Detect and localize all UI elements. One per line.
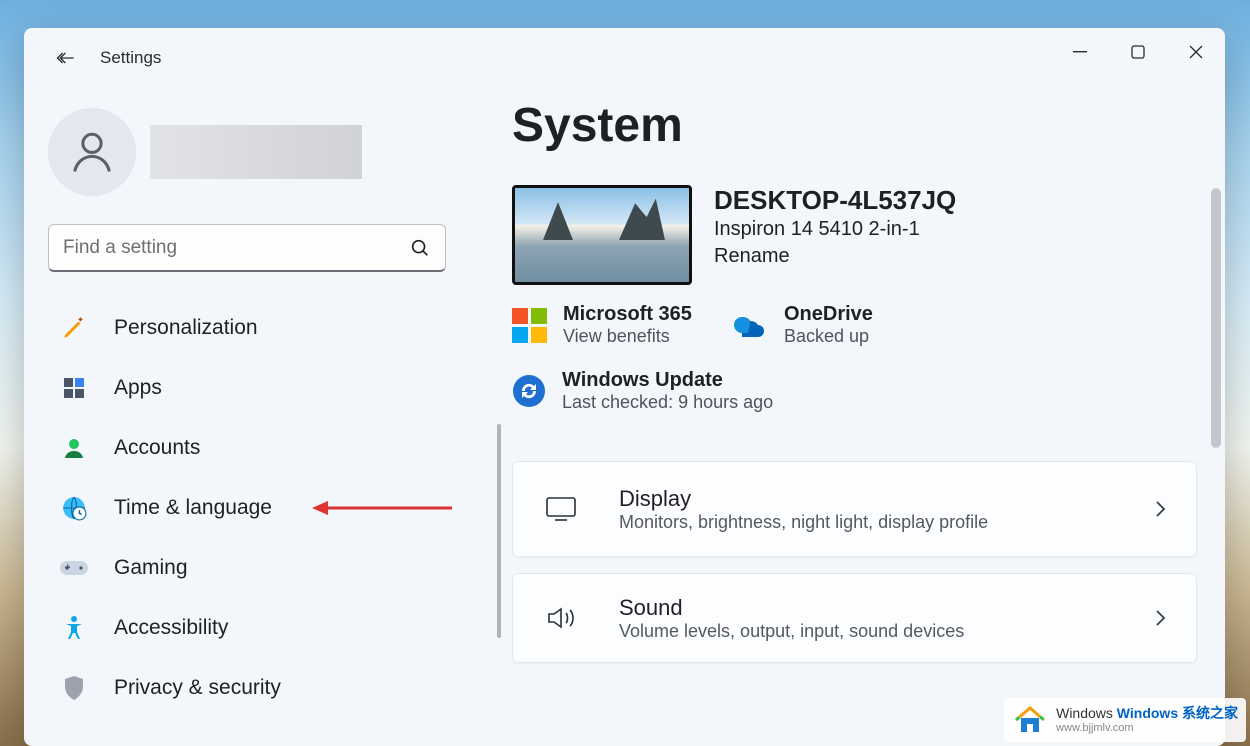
sidebar-item-label: Personalization xyxy=(114,316,258,340)
sidebar-item-label: Gaming xyxy=(114,556,188,580)
globe-clock-icon xyxy=(58,492,90,524)
paintbrush-icon xyxy=(58,312,90,344)
card-title: Sound xyxy=(619,595,1152,621)
card-sound[interactable]: Sound Volume levels, output, input, soun… xyxy=(512,573,1197,663)
close-icon xyxy=(1189,45,1203,59)
update-icon xyxy=(512,374,546,408)
sidebar-item-label: Accounts xyxy=(114,436,200,460)
watermark-url: www.bjjmlv.com xyxy=(1056,722,1238,734)
sidebar-item-gaming[interactable]: Gaming xyxy=(48,540,478,596)
status-microsoft-365[interactable]: Microsoft 365 View benefits xyxy=(512,303,732,347)
profile-block[interactable] xyxy=(48,108,498,196)
close-button[interactable] xyxy=(1167,28,1225,76)
status-title: Windows Update xyxy=(562,369,773,392)
page-title: System xyxy=(512,98,1197,153)
sidebar-item-label: Apps xyxy=(114,376,162,400)
sidebar-item-apps[interactable]: Apps xyxy=(48,360,478,416)
card-display[interactable]: Display Monitors, brightness, night ligh… xyxy=(512,461,1197,557)
minimize-icon xyxy=(1073,45,1087,59)
onedrive-icon xyxy=(732,313,768,337)
watermark: Windows Windows 系统之家 www.bjjmlv.com xyxy=(1004,698,1246,742)
card-subtitle: Monitors, brightness, night light, displ… xyxy=(619,512,1152,533)
apps-icon xyxy=(58,372,90,404)
gamepad-icon xyxy=(58,552,90,584)
sidebar-item-personalization[interactable]: Personalization xyxy=(48,300,478,356)
house-logo-icon xyxy=(1012,702,1048,738)
sidebar-item-privacy-security[interactable]: Privacy & security xyxy=(48,660,478,716)
window-controls xyxy=(1051,28,1225,76)
search-input[interactable] xyxy=(63,237,409,259)
person-icon xyxy=(66,126,118,178)
status-onedrive[interactable]: OneDrive Backed up xyxy=(732,303,972,347)
shield-icon xyxy=(58,672,90,704)
status-subtitle: Last checked: 9 hours ago xyxy=(562,392,773,413)
status-title: Microsoft 365 xyxy=(563,303,692,326)
titlebar: Settings xyxy=(24,28,1225,88)
minimize-button[interactable] xyxy=(1051,28,1109,76)
profile-name-redacted xyxy=(150,125,362,179)
vertical-scrollbar[interactable] xyxy=(1211,188,1221,448)
status-subtitle: Backed up xyxy=(784,326,873,347)
device-thumbnail[interactable] xyxy=(512,185,692,285)
status-title: OneDrive xyxy=(784,303,873,326)
settings-window: Settings xyxy=(24,28,1225,746)
status-subtitle: View benefits xyxy=(563,326,692,347)
nav-list: Personalization Apps Accounts xyxy=(48,300,498,716)
status-grid: Microsoft 365 View benefits OneDrive Bac… xyxy=(512,303,1197,413)
display-icon xyxy=(541,496,581,522)
device-name: DESKTOP-4L537JQ xyxy=(714,185,956,216)
search-icon xyxy=(409,237,431,259)
arrow-left-line-icon xyxy=(56,48,78,68)
card-subtitle: Volume levels, output, input, sound devi… xyxy=(619,621,1152,642)
sidebar-item-time-language[interactable]: Time & language xyxy=(48,480,478,536)
sound-icon xyxy=(541,605,581,631)
app-title: Settings xyxy=(100,48,161,68)
sidebar-item-accessibility[interactable]: Accessibility xyxy=(48,600,478,656)
device-model: Inspiron 14 5410 2-in-1 xyxy=(714,218,956,241)
maximize-button[interactable] xyxy=(1109,28,1167,76)
device-summary: DESKTOP-4L537JQ Inspiron 14 5410 2-in-1 … xyxy=(512,185,1197,285)
rename-link[interactable]: Rename xyxy=(714,245,956,268)
search-field[interactable] xyxy=(48,224,446,272)
sidebar-item-label: Privacy & security xyxy=(114,676,281,700)
chevron-right-icon xyxy=(1152,608,1168,628)
microsoft-logo-icon xyxy=(512,308,547,343)
card-title: Display xyxy=(619,486,1152,512)
sidebar-item-accounts[interactable]: Accounts xyxy=(48,420,478,476)
main-panel: System DESKTOP-4L537JQ Inspiron 14 5410 … xyxy=(498,88,1225,746)
status-windows-update[interactable]: Windows Update Last checked: 9 hours ago xyxy=(512,369,972,413)
maximize-icon xyxy=(1131,45,1145,59)
device-info: DESKTOP-4L537JQ Inspiron 14 5410 2-in-1 … xyxy=(714,185,956,268)
watermark-brand: Windows 系统之家 xyxy=(1117,705,1238,721)
accessibility-icon xyxy=(58,612,90,644)
chevron-right-icon xyxy=(1152,499,1168,519)
sidebar-item-label: Accessibility xyxy=(114,616,228,640)
content-area: Personalization Apps Accounts xyxy=(24,88,1225,746)
account-icon xyxy=(58,432,90,464)
sidebar: Personalization Apps Accounts xyxy=(24,88,498,746)
back-button[interactable] xyxy=(44,38,84,78)
avatar xyxy=(48,108,136,196)
sidebar-item-label: Time & language xyxy=(114,496,272,520)
